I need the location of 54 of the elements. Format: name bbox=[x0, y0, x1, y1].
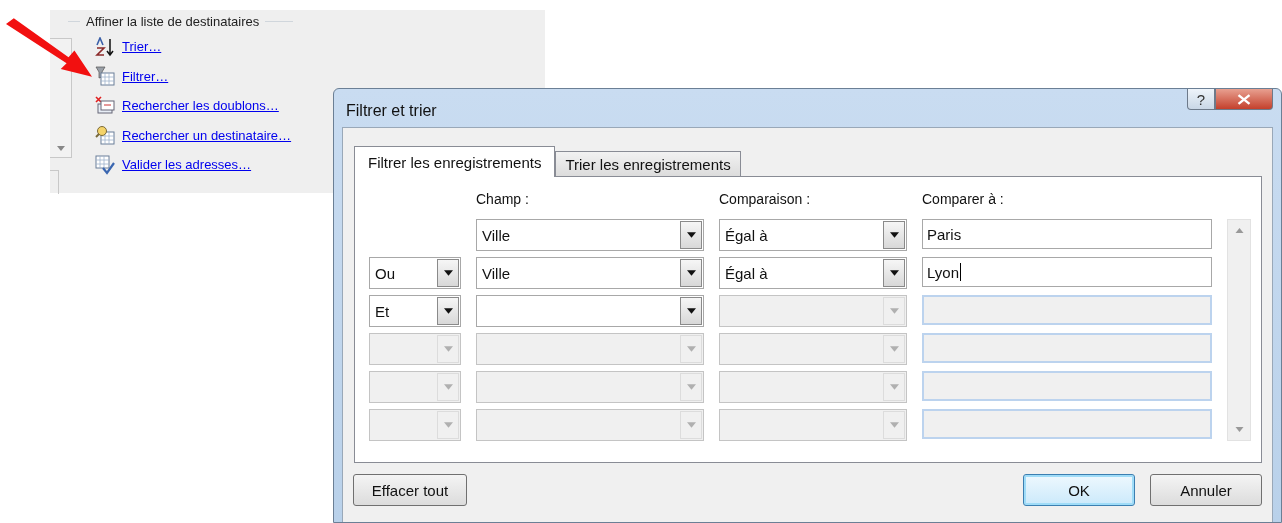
column-label: Champ : bbox=[476, 191, 530, 207]
compare-value-field[interactable]: Paris bbox=[922, 219, 1212, 249]
conjunction-dropdown[interactable]: Ou bbox=[369, 257, 461, 289]
tab[interactable]: Filtrer les enregistrements bbox=[354, 146, 556, 177]
filter-table-icon bbox=[95, 66, 115, 87]
sort-az-icon bbox=[95, 36, 115, 57]
dialog-title: Filtrer et trier bbox=[346, 102, 437, 120]
close-button[interactable] bbox=[1215, 89, 1273, 110]
group-title: Affiner la liste de destinataires bbox=[86, 13, 260, 29]
comparison-dropdown[interactable]: Égal à bbox=[719, 219, 907, 251]
checked-table-icon bbox=[95, 154, 115, 175]
scroll-down-icon[interactable] bbox=[1234, 427, 1244, 432]
dropdown-arrow-icon bbox=[889, 308, 899, 314]
link[interactable]: Trier… bbox=[122, 39, 162, 55]
dropdown-arrow-icon bbox=[889, 232, 899, 238]
magnifier-table-icon bbox=[95, 125, 115, 146]
list-box-edge bbox=[50, 170, 59, 194]
field-dropdown[interactable]: Ville bbox=[476, 257, 704, 289]
field-dropdown[interactable]: Ville bbox=[476, 219, 704, 251]
scrollbar[interactable] bbox=[1227, 219, 1251, 441]
ok-button[interactable]: OK bbox=[1023, 474, 1135, 506]
conjunction-dropdown[interactable]: Et bbox=[369, 295, 461, 327]
tab[interactable]: Trier les enregistrements bbox=[555, 151, 741, 176]
dropdown-arrow-icon bbox=[686, 270, 696, 276]
duplicate-cards-icon bbox=[95, 95, 115, 116]
scroll-up-icon[interactable] bbox=[1234, 228, 1244, 233]
scroll-down-icon[interactable] bbox=[56, 146, 65, 151]
link[interactable]: Rechercher un destinataire… bbox=[122, 127, 292, 143]
dropdown-arrow-icon bbox=[889, 384, 899, 390]
comparison-dropdown[interactable]: Égal à bbox=[719, 257, 907, 289]
dropdown-arrow-icon bbox=[443, 422, 453, 428]
dropdown-arrow-icon bbox=[443, 384, 453, 390]
close-icon bbox=[1237, 93, 1251, 105]
dropdown-arrow-icon bbox=[443, 346, 453, 352]
dropdown-arrow-icon bbox=[686, 346, 696, 352]
dropdown-arrow-icon bbox=[889, 422, 899, 428]
column-label: Comparaison : bbox=[719, 191, 812, 207]
dropdown-arrow-icon bbox=[686, 422, 696, 428]
field-dropdown[interactable] bbox=[476, 295, 704, 327]
dropdown-arrow-icon bbox=[889, 270, 899, 276]
column-label: Comparer à : bbox=[922, 191, 1005, 207]
dropdown-arrow-icon bbox=[443, 308, 453, 314]
dropdown-arrow-icon bbox=[443, 270, 453, 276]
dropdown-arrow-icon bbox=[686, 308, 696, 314]
dropdown-arrow-icon bbox=[889, 346, 899, 352]
cancel-button[interactable]: Annuler bbox=[1150, 474, 1262, 506]
help-button[interactable]: ? bbox=[1187, 89, 1215, 110]
link[interactable]: Valider les adresses… bbox=[122, 157, 252, 173]
dropdown-arrow-icon bbox=[686, 232, 696, 238]
dropdown-arrow-icon bbox=[686, 384, 696, 390]
clear-all-button[interactable]: Effacer tout bbox=[353, 474, 467, 506]
compare-value-field[interactable]: Lyon bbox=[922, 257, 1212, 287]
link[interactable]: Rechercher les doublons… bbox=[122, 98, 279, 114]
link[interactable]: Filtrer… bbox=[122, 68, 169, 84]
